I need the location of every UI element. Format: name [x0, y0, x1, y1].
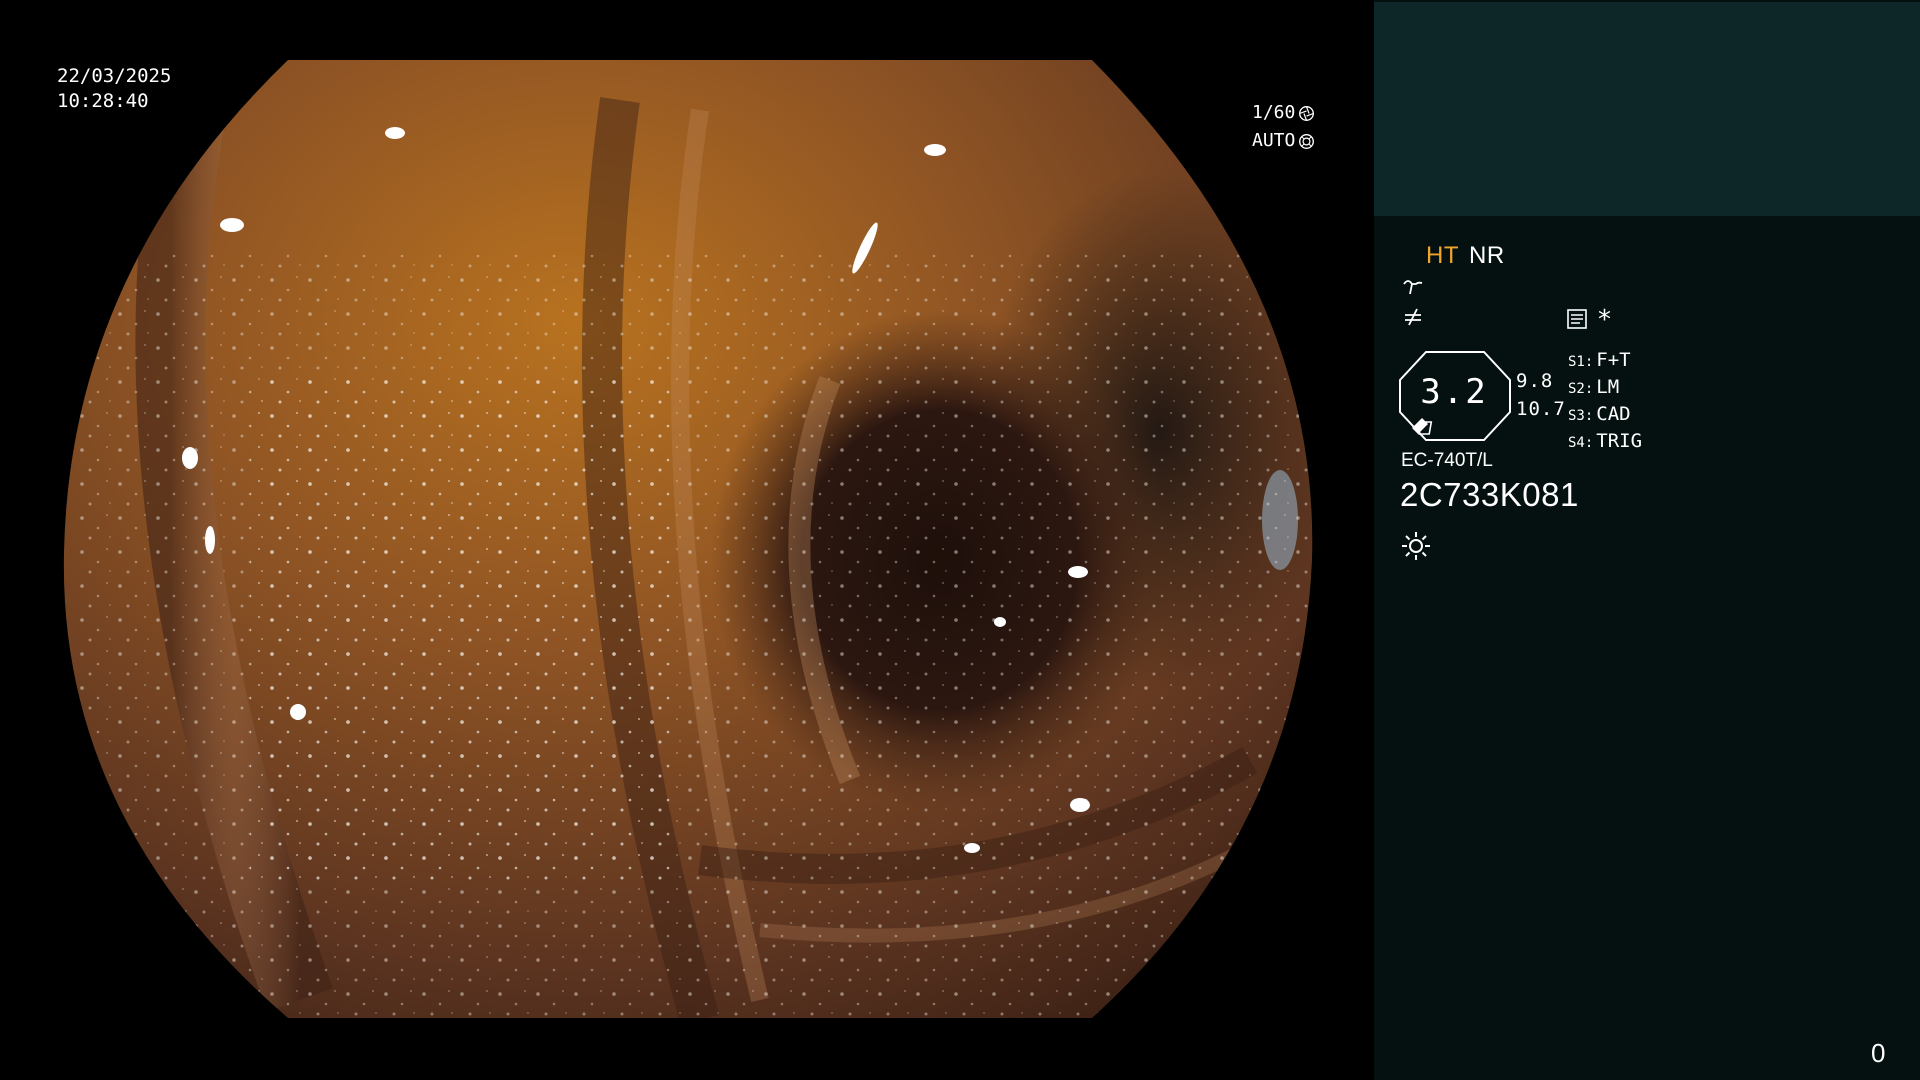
endoscope-view: 22/03/2025 10:28:40 1/60 AUTO	[0, 0, 1374, 1080]
scope-serial: 2C733K081	[1400, 476, 1579, 513]
frame-counter: 0	[1871, 1038, 1886, 1068]
value-a: 9.8	[1516, 370, 1554, 392]
zoom-value: 3.2	[1420, 372, 1488, 412]
info-panel-header	[1374, 2, 1920, 216]
iris-icon	[1299, 133, 1315, 149]
date-text: 22/03/2025	[57, 65, 172, 87]
switch-label: F+T	[1596, 349, 1631, 371]
mode-nr-label: NR	[1469, 242, 1505, 269]
mode-ht-label: HT	[1426, 242, 1459, 269]
switch-key: S2:	[1568, 381, 1594, 397]
switch-row: S3: CAD	[1568, 402, 1642, 429]
iris-mode-text: AUTO	[1252, 130, 1296, 151]
switch-row: S1: F+T	[1568, 348, 1642, 375]
info-panel: HT NR * 3.2 9.8 10.7 S1: F+T S2: LM S3: CAD …	[1374, 0, 1920, 1080]
scope-model: EC-740T/L	[1401, 450, 1493, 471]
sun-icon	[1402, 532, 1430, 560]
asterisk-indicator: *	[1598, 305, 1611, 335]
switch-label: TRIG	[1596, 430, 1643, 452]
time-text: 10:28:40	[57, 90, 149, 112]
exposure-overlay: 1/60 AUTO	[1252, 99, 1315, 155]
switch-assignments: S1: F+T S2: LM S3: CAD S4: TRIG	[1568, 348, 1642, 456]
shutter-icon	[1299, 105, 1315, 121]
image-mode-row: HT NR	[1426, 242, 1505, 270]
switch-row: S2: LM	[1568, 375, 1642, 402]
switch-key: S4:	[1568, 435, 1594, 451]
not-equal-icon	[1405, 308, 1421, 326]
switch-key: S1:	[1568, 354, 1594, 370]
switch-key: S3:	[1568, 408, 1594, 424]
switch-row: S4: TRIG	[1568, 429, 1642, 456]
value-b: 10.7	[1516, 398, 1566, 420]
datetime-overlay: 22/03/2025 10:28:40	[57, 64, 171, 114]
switch-label: CAD	[1596, 403, 1631, 425]
endoscopic-image	[63, 60, 1313, 1018]
shutter-speed-text: 1/60	[1252, 102, 1296, 123]
document-icon	[1567, 309, 1587, 329]
switch-label: LM	[1596, 376, 1620, 398]
wave-icon	[1403, 280, 1423, 295]
